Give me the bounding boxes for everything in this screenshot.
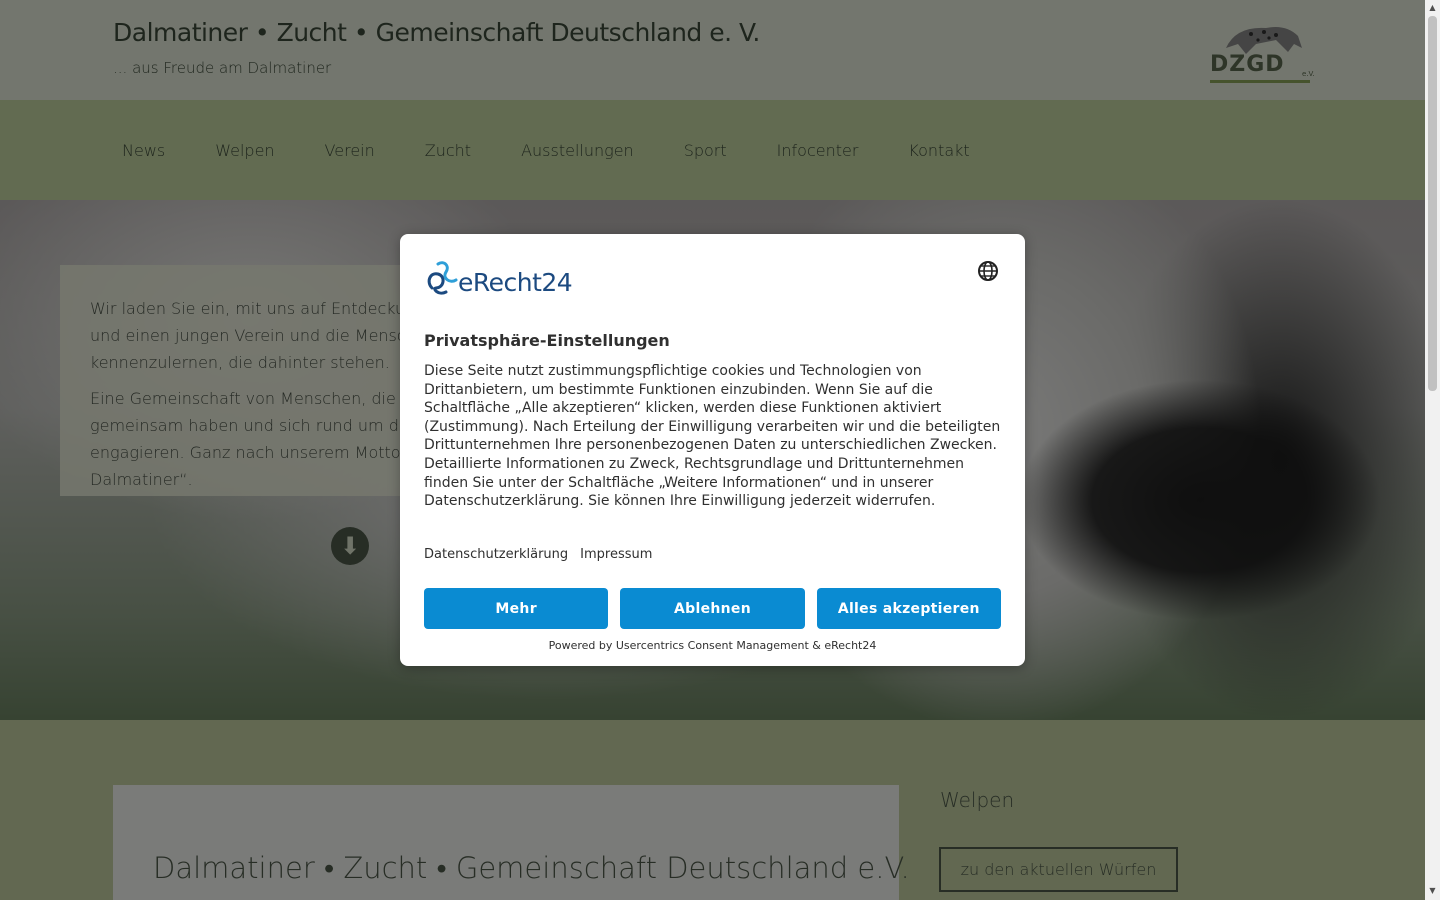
globe-icon[interactable] — [977, 260, 999, 282]
scroll-up-icon[interactable]: ▲ — [1428, 3, 1437, 12]
accept-all-button[interactable]: Alles akzeptieren — [816, 588, 1001, 629]
powered-by-text: Powered by Usercentrics Consent Manageme… — [548, 639, 877, 652]
scroll-down-icon[interactable]: ▼ — [1428, 886, 1437, 895]
consent-links: Datenschutzerklärung Impressum — [424, 547, 652, 562]
consent-title: Privatsphäre-Einstellungen — [424, 331, 670, 350]
consent-body: Diese Seite nutzt zustimmungspflichtige … — [424, 363, 1001, 510]
erecht24-logo: eRecht24 — [424, 258, 594, 298]
decline-button[interactable]: Ablehnen — [620, 588, 805, 629]
consent-dialog: eRecht24 Privatsphäre-Einstellungen Dies… — [400, 234, 1025, 666]
erecht24-mark-icon — [427, 261, 458, 295]
more-button[interactable]: Mehr — [424, 588, 609, 629]
imprint-link[interactable]: Impressum — [580, 547, 652, 562]
scrollbar-thumb[interactable] — [1428, 16, 1437, 391]
page-scrollbar[interactable]: ▲ ▼ — [1425, 0, 1440, 900]
consent-buttons: Mehr Ablehnen Alles akzeptieren — [424, 588, 1001, 629]
privacy-policy-link[interactable]: Datenschutzerklärung — [424, 547, 568, 562]
brand-name: eRecht24 — [458, 268, 573, 297]
